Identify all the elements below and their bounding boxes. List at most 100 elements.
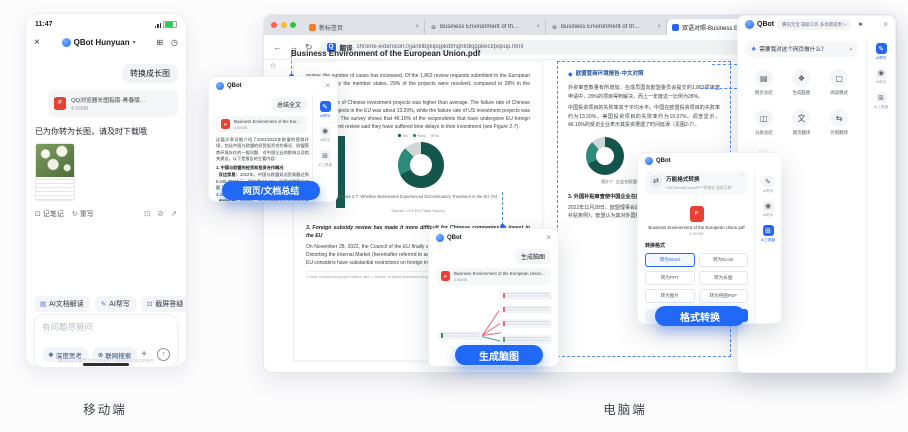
file-name: Business Environment of the European Uni… (645, 225, 748, 230)
minimize-window-button[interactable] (281, 22, 287, 28)
document-title: Business Environment of the European Uni… (291, 49, 480, 58)
tab-close-icon[interactable]: × (536, 24, 540, 30)
assistant-action[interactable]: ▤网页总结 (755, 69, 773, 96)
feature-pill-mindmap[interactable]: 生成脑图 (455, 345, 543, 365)
assistant-action[interactable]: ▢阅读模式 (830, 69, 848, 96)
rail-item[interactable]: ⊞AI工具箱 (761, 225, 775, 243)
assistant-action[interactable]: 文网页翻译 (792, 109, 810, 136)
tab-title: 新标签页 (319, 23, 412, 32)
favorites-icon[interactable]: ☆ (269, 61, 276, 70)
feature-pill-summary[interactable]: 网页/文档总结 (222, 181, 320, 200)
convert-option[interactable]: 转为Word (645, 253, 695, 267)
attachment-card[interactable]: P QQ浏览器长图指南-青春版… 4.56MB (48, 90, 178, 117)
back-icon[interactable]: ← (273, 42, 282, 52)
rail-item[interactable]: ⊞AI工具箱 (318, 150, 332, 168)
rail-item[interactable]: ◉AI助手 (320, 126, 331, 144)
mini-window-icon[interactable]: ⊞ (156, 38, 163, 47)
rail-item[interactable]: ◉AI助手 (763, 201, 774, 219)
convert-option[interactable]: 转为纯图PDF (699, 289, 749, 303)
close-icon[interactable]: × (325, 81, 330, 90)
convert-section-label: 转换格式 (645, 242, 748, 249)
collapse-icon[interactable]: ˆ (741, 175, 743, 191)
orange-favicon (309, 24, 316, 31)
refresh-icon: ↻ (72, 210, 78, 218)
clock-text: 11:47 (35, 21, 53, 28)
action-label: 网页翻译 (793, 130, 811, 136)
rail-item[interactable]: ✎AI帮写 (876, 43, 887, 61)
summary-intro: 这篇文章详细介绍了2022/2023年欧盟的营商环境，包括中国与欧盟的经贸投资合… (216, 137, 309, 162)
close-icon[interactable]: × (34, 37, 46, 48)
tab-close-icon[interactable]: × (657, 24, 661, 30)
mindmap-preview (436, 289, 551, 347)
rail-label: AI助手 (320, 138, 331, 143)
browser-tab[interactable]: ⊕Business Environment of th…× (425, 19, 546, 35)
close-window-button[interactable] (271, 22, 277, 28)
attachment-size: 4.56MB (71, 106, 146, 112)
action-label: 阅读模式 (830, 90, 848, 96)
rail-item[interactable]: ✎AI帮写 (763, 176, 774, 194)
feature-pill-convert[interactable]: 格式转换 (655, 306, 745, 326)
tool-chip[interactable]: ▤AI文档解读 (34, 296, 90, 312)
assistant-action[interactable]: ❖生成脑图 (792, 69, 810, 96)
figure-2-7: Yes Partly No Figure 2-7: Whether Busine… (306, 134, 530, 220)
screenshot-icon: ⊡ (147, 300, 152, 308)
close-icon[interactable]: × (883, 20, 888, 29)
assistant-action[interactable]: ◫分屏总结 (755, 109, 773, 136)
pdf-icon: P (221, 119, 230, 129)
input-placeholder: 有问题尽管问 (42, 321, 170, 333)
attachment-name: QQ浏览器长图指南-青春版… (71, 95, 146, 104)
globe-favicon: ⊕ (551, 24, 558, 31)
mindmap-node (500, 319, 552, 328)
attachment-card[interactable]: P Business Environment of the European U… (216, 116, 307, 133)
panel-title: QBot (447, 235, 462, 241)
result-image-thumbnail[interactable] (35, 143, 75, 201)
convert-title: 万能格式转换 (666, 175, 732, 183)
donut-chart (398, 142, 444, 188)
convert-option[interactable]: 转为图片 (645, 289, 695, 303)
rail-item[interactable]: ◉AI助手 (876, 68, 887, 86)
user-request-bubble: 总结全文 (271, 97, 307, 112)
dislike-icon[interactable]: ⊘ (157, 209, 163, 218)
pin-icon[interactable]: ⚑ (858, 21, 864, 29)
share-icon[interactable]: ↗ (171, 209, 177, 218)
tab-close-icon[interactable]: × (415, 24, 419, 30)
convert-feature-card: ⇄ 万能格式转换 PDF/Word/Excel/PPT等格式 轻松互转 ˆ (645, 171, 748, 195)
convert-option[interactable]: 转为Excel (699, 253, 749, 267)
close-icon[interactable]: × (546, 233, 551, 242)
note-button[interactable]: ⊡ 记笔记 (35, 209, 64, 219)
rail-item[interactable]: ⊞AI工具箱 (874, 92, 888, 110)
browser-tab[interactable]: 新标签页× (304, 19, 425, 35)
maximize-window-button[interactable] (290, 22, 296, 28)
pdf-icon: P (690, 206, 704, 222)
convert-option[interactable]: 转为PPT (645, 271, 695, 285)
attachment-card[interactable]: P Business Environment of the European U… (436, 268, 551, 285)
action-label: 分屏总结 (755, 130, 773, 136)
copy-icon[interactable]: ⊡ (144, 209, 150, 218)
rail-item[interactable]: ✎AI帮写 (320, 101, 331, 119)
app-title-group[interactable]: QBot Hunyuan ▾ (49, 38, 148, 47)
pdf-icon: P (54, 97, 66, 110)
assistant-action[interactable]: ⇆对照翻译 (830, 109, 848, 136)
figure-source: Source: CCCEU Flash Survey (306, 208, 530, 214)
action-label: 网页总结 (755, 90, 773, 96)
note-icon: ⊡ (35, 210, 41, 218)
note-label: 记笔记 (43, 209, 64, 219)
tool-chip[interactable]: ✎AI帮写 (95, 296, 136, 312)
rail-icon: ⊞ (320, 150, 331, 161)
figure-caption: Figure 2-7: Whether Businesses Experienc… (306, 194, 530, 200)
pencil-icon: ✎ (101, 300, 106, 308)
tabs: 新标签页×⊕Business Environment of th…×⊕Busin… (304, 19, 801, 35)
rewrite-button[interactable]: ↻ 重写 (72, 209, 94, 219)
cn-paragraph-2: 中国投资项目的失败率高于平均水平。中国在欧盟投资项目的失败率约为13.20%，美… (568, 104, 720, 130)
browser-tab[interactable]: ⊕Business Environment of th…× (546, 19, 667, 35)
collapse-caret-icon[interactable]: ▴ (849, 46, 852, 52)
promo-pill[interactable]: 腾讯元宝·辅助工作 多场景适用 > (777, 19, 851, 30)
convert-option[interactable]: 转为长图 (699, 271, 749, 285)
home-indicator (83, 363, 129, 366)
tool-chip[interactable]: ⊡截屏答疑 (141, 296, 186, 312)
battery-icon (163, 21, 177, 29)
panel-header: QBot × (429, 229, 558, 246)
history-icon[interactable]: ◷ (171, 38, 178, 47)
long-image-text-preview (36, 177, 74, 201)
status-bar: 11:47 (26, 14, 186, 32)
